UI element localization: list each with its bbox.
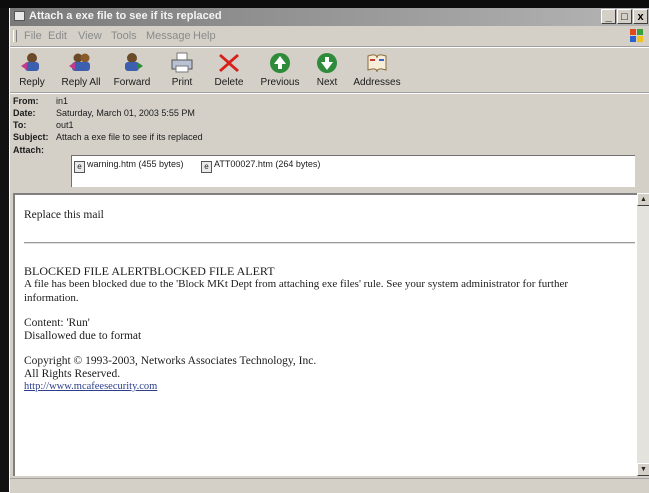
reply-icon xyxy=(21,53,39,71)
print-button[interactable]: Print xyxy=(162,48,202,92)
subject-value: Attach a exe file to see if its replaced xyxy=(56,132,203,142)
subject-label: Subject: xyxy=(13,132,49,142)
menu-view[interactable]: View xyxy=(78,30,102,42)
forward-button[interactable]: Forward xyxy=(108,48,156,92)
scroll-up-button[interactable]: ▲ xyxy=(637,193,649,206)
close-button[interactable]: x xyxy=(633,9,648,24)
attachment-list: e warning.htm (455 bytes) e ATT00027.htm (… xyxy=(71,155,635,187)
message-body[interactable]: Replace this mail BLOCKED FILE ALERTBLOC… xyxy=(13,193,637,476)
html-file-icon: e xyxy=(201,161,212,173)
reply-all-button[interactable]: Reply All xyxy=(56,48,106,92)
attach-label: Attach: xyxy=(13,145,44,155)
top-border xyxy=(0,0,649,8)
next-icon xyxy=(317,53,337,73)
to-label: To: xyxy=(13,120,27,130)
left-border xyxy=(0,8,9,492)
body-divider xyxy=(24,242,635,244)
menu-bar: File Edit View Tools Message Help xyxy=(10,27,649,45)
menu-grip xyxy=(13,30,17,42)
window-title: Attach a exe file to see if its replaced xyxy=(29,10,222,22)
mcafee-link[interactable]: http://www.mcafeesecurity.com xyxy=(24,381,157,392)
date-label: Date: xyxy=(13,108,36,118)
previous-icon xyxy=(270,53,290,73)
menu-edit[interactable]: Edit xyxy=(48,30,67,42)
title-bar[interactable]: Attach a exe file to see if its replaced… xyxy=(10,8,649,26)
delete-icon xyxy=(219,54,239,72)
toolbar: Reply Reply All Forward Print Delete Pre… xyxy=(10,48,649,92)
screen: Attach a exe file to see if its replaced… xyxy=(0,0,649,493)
attachment-att00027[interactable]: e ATT00027.htm (264 bytes) xyxy=(201,159,320,173)
menu-file[interactable]: File xyxy=(24,30,42,42)
addresses-button[interactable]: Addresses xyxy=(350,48,404,92)
from-label: From: xyxy=(13,96,39,106)
from-value: in1 xyxy=(56,96,69,106)
alert-title: BLOCKED FILE ALERTBLOCKED FILE ALERT xyxy=(24,264,275,278)
message-window: Attach a exe file to see if its replaced… xyxy=(9,8,649,493)
scroll-down-button[interactable]: ▼ xyxy=(637,463,649,476)
reply-all-icon xyxy=(69,53,90,71)
content-line: Content: 'Run' xyxy=(24,317,90,329)
copyright-line: Copyright © 1993-2003, Networks Associat… xyxy=(24,355,317,367)
disallowed-line: Disallowed due to format xyxy=(24,330,142,342)
menu-message[interactable]: Message xyxy=(146,30,191,42)
html-file-icon: e xyxy=(74,161,85,173)
vertical-scrollbar[interactable]: ▲ ▼ xyxy=(637,193,649,476)
minimize-button[interactable]: _ xyxy=(601,9,616,24)
date-value: Saturday, March 01, 2003 5:55 PM xyxy=(56,108,195,118)
envelope-icon xyxy=(14,11,25,21)
menu-help[interactable]: Help xyxy=(193,30,216,42)
menu-tools[interactable]: Tools xyxy=(111,30,137,42)
rights-line: All Rights Reserved. xyxy=(24,368,121,380)
alert-text: A file has been blocked due to the 'Bloc… xyxy=(24,278,569,290)
windows-logo-icon xyxy=(630,29,643,42)
status-bar xyxy=(10,478,649,493)
reply-button[interactable]: Reply xyxy=(12,48,52,92)
attachment-warning[interactable]: e warning.htm (455 bytes) xyxy=(74,159,184,173)
body-text: Replace this mail xyxy=(24,209,104,221)
maximize-button[interactable]: □ xyxy=(617,9,632,24)
alert-text-continued: information. xyxy=(24,292,79,304)
previous-button[interactable]: Previous xyxy=(256,48,304,92)
to-value: out1 xyxy=(56,120,74,130)
address-book-icon xyxy=(367,54,387,73)
print-icon xyxy=(171,52,193,73)
next-button[interactable]: Next xyxy=(307,48,347,92)
delete-button[interactable]: Delete xyxy=(208,48,250,92)
message-header: From: in1 Date: Saturday, March 01, 2003… xyxy=(10,94,649,189)
forward-icon xyxy=(125,53,143,71)
